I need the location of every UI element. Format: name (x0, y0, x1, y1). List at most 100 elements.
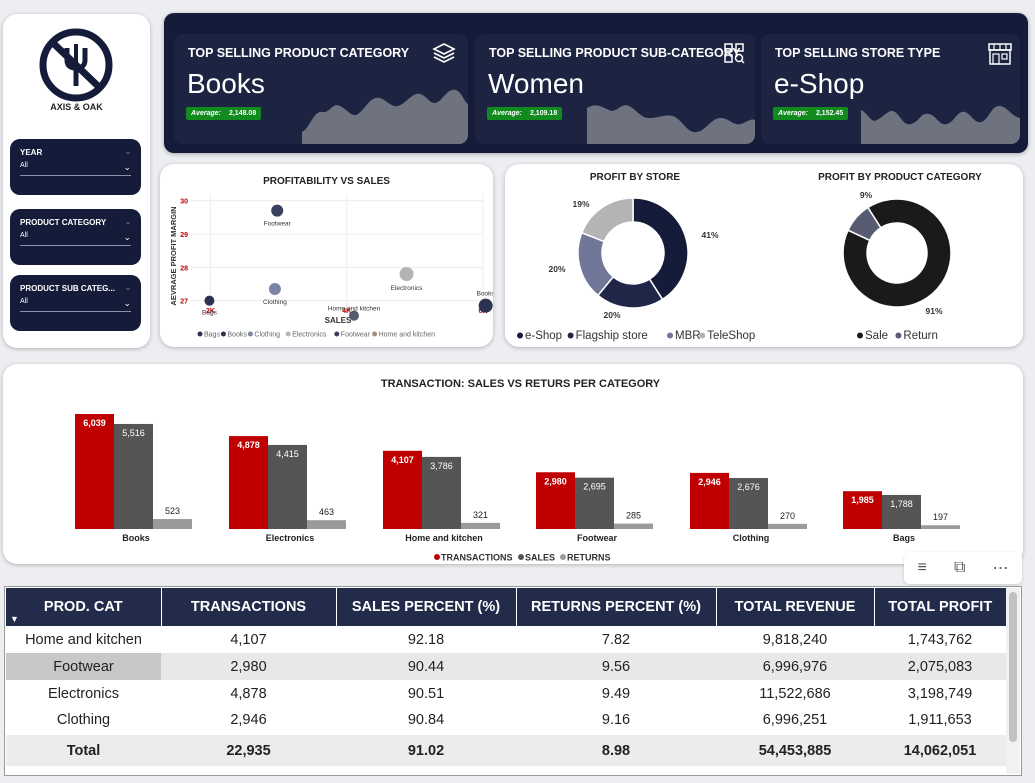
product-subcategory-slicer[interactable]: PRODUCT SUB CATEG... ⌄ All ⌄ (10, 275, 141, 331)
legend-label[interactable]: Electronics (292, 332, 327, 339)
category-tick-label: Home and kitchen (405, 533, 483, 543)
scatter-point-label: Home and kitchen (328, 306, 381, 313)
kpi-average-badge: Average: 2,148.08 (186, 107, 262, 120)
legend-label[interactable]: Bags (204, 332, 220, 339)
legend-label[interactable]: TeleShop (707, 330, 755, 342)
kpi-top-category[interactable]: TOP SELLING PRODUCT CATEGORY Books Avera… (174, 34, 468, 144)
table-scrollbar[interactable] (1006, 588, 1020, 774)
total-transactions: 22,935 (161, 733, 336, 766)
layers-icon (432, 43, 456, 63)
column-header-sales-percent[interactable]: SALES PERCENT (%) (336, 588, 517, 626)
filter-icon[interactable]: ≡ (918, 559, 927, 577)
product-category-label: PRODUCT CATEGORY (20, 218, 107, 227)
legend-label[interactable]: Return (903, 330, 938, 342)
legend-label[interactable]: Footwear (341, 332, 371, 339)
legend-label[interactable]: Books (227, 332, 247, 339)
scatter-point[interactable] (204, 295, 215, 306)
scatter-point[interactable] (268, 283, 281, 295)
year-slicer[interactable]: YEAR ⌄ All ⌄ (10, 139, 141, 195)
scatter-point[interactable] (399, 267, 414, 281)
kpi-title: TOP SELLING STORE TYPE (775, 46, 941, 60)
bar[interactable] (307, 520, 346, 529)
column-header-total-profit[interactable]: TOTAL PROFIT (874, 588, 1006, 626)
y-tick-label: 27 (180, 299, 188, 306)
total-sales-percent: 91.02 (336, 733, 516, 766)
cell-sales-percent: 92.18 (407, 631, 445, 648)
scatter-point-label: Bags (202, 310, 218, 317)
scrollbar-thumb[interactable] (1009, 592, 1017, 742)
legend-marker (197, 331, 203, 337)
average-value: 2,152.45 (815, 110, 844, 117)
kpi-top-subcategory[interactable]: TOP SELLING PRODUCT SUB-CATEGORY Women A… (475, 34, 755, 144)
table-row[interactable]: Footwear 2,980 90.44 9.56 6,996,976 2,07… (6, 653, 1006, 680)
kpi-title: TOP SELLING PRODUCT SUB-CATEGORY (489, 46, 741, 60)
bar[interactable] (461, 522, 500, 529)
bar-value-label: 5,516 (122, 428, 145, 438)
kpi-value: Books (187, 68, 265, 99)
category-tick-label: Clothing (733, 533, 770, 543)
cell-transactions: 4,878 (230, 685, 267, 702)
profitability-scatter-card[interactable]: PROFITABILITY VS SALES 272829302K4K6KSAL… (160, 164, 493, 347)
kpi-sparkline (861, 106, 1020, 144)
bar-value-label: 4,878 (237, 440, 260, 450)
table-row[interactable]: Home and kitchen 4,107 92.18 7.82 9,818,… (6, 626, 1006, 653)
table-row[interactable]: Clothing 2,946 90.84 9.16 6,996,251 1,91… (6, 707, 1006, 734)
cell-prod-cat: Home and kitchen (25, 631, 142, 648)
legend-label[interactable]: MBR (675, 330, 701, 342)
bar[interactable] (114, 423, 153, 529)
legend-label[interactable]: TRANSACTIONS (441, 553, 513, 563)
product-category-slicer[interactable]: PRODUCT CATEGORY ⌄ All ⌄ (10, 209, 141, 265)
legend-marker (247, 331, 253, 337)
sort-desc-icon[interactable]: ▼ (10, 614, 19, 624)
product-category-dropdown[interactable]: All ⌄ (20, 232, 131, 246)
legend-label[interactable]: Sale (865, 330, 888, 342)
product-subcategory-dropdown[interactable]: All ⌄ (20, 298, 131, 312)
bar-value-label: 1,985 (851, 495, 874, 505)
legend-label[interactable]: Home and kitchen (379, 332, 436, 339)
column-header-total-revenue[interactable]: TOTAL REVENUE (716, 588, 875, 626)
bar[interactable] (768, 523, 807, 529)
donut-slice[interactable] (580, 197, 634, 243)
bar[interactable] (153, 519, 192, 529)
kpi-average-badge: Average: 2,109.18 (487, 107, 563, 120)
category-tick-label: Bags (893, 533, 915, 543)
bar[interactable] (921, 525, 960, 529)
donut-charts: 41% 20% 20% 19% 91% 9% e-Shop Flagship store MBR… (517, 190, 952, 342)
legend-marker (667, 332, 673, 339)
bar-value-label: 523 (165, 506, 180, 516)
profit-donuts-card[interactable]: PROFIT BY STORE PROFIT BY PRODUCT CATEGO… (505, 164, 1023, 347)
scatter-point[interactable] (271, 204, 284, 217)
scatter-chart: 272829302K4K6KSALESAEVRAGE PROFIT MARGIN… (169, 194, 493, 339)
legend-label[interactable]: e-Shop (525, 330, 562, 342)
transactions-bar-card[interactable]: TRANSACTION: SALES VS RETURS PER CATEGOR… (3, 364, 1023, 564)
table-row[interactable]: Electronics 4,878 90.51 9.49 11,522,686 … (6, 680, 1006, 707)
kpi-top-store-type[interactable]: TOP SELLING STORE TYPE e-Shop Average: 2,… (761, 34, 1020, 144)
legend-marker (518, 554, 524, 560)
bar[interactable] (614, 523, 653, 529)
legend-label[interactable]: SALES (525, 553, 555, 563)
bar-value-label: 4,415 (276, 449, 299, 459)
legend-marker (560, 554, 566, 560)
cell-total-revenue: 6,996,976 (716, 653, 874, 680)
legend-label[interactable]: Flagship store (576, 330, 648, 342)
column-header-prod-cat[interactable]: PROD. CAT ▼ (6, 588, 162, 626)
year-dropdown[interactable]: All ⌄ (20, 162, 131, 176)
scatter-point[interactable] (478, 298, 493, 313)
average-label: Average: (778, 110, 808, 117)
column-header-returns-percent[interactable]: RETURNS PERCENT (%) (516, 588, 717, 626)
bar-value-label: 2,946 (698, 477, 721, 487)
legend-marker (517, 332, 523, 339)
focus-mode-icon[interactable]: ⧉ (954, 559, 965, 577)
bar-value-label: 4,107 (391, 455, 414, 465)
scatter-point-label: Clothing (263, 299, 287, 306)
legend-label[interactable]: RETURNS (567, 553, 611, 563)
chevron-down-icon: ⌄ (125, 149, 131, 156)
legend-marker (220, 331, 226, 337)
cell-transactions: 2,946 (230, 712, 267, 728)
bar[interactable] (75, 414, 114, 529)
cell-total-profit: 2,075,083 (874, 653, 1006, 680)
column-header-transactions[interactable]: TRANSACTIONS (161, 588, 337, 626)
more-options-icon[interactable]: ⋯ (992, 558, 1008, 578)
bar-value-label: 2,980 (544, 476, 567, 486)
legend-label[interactable]: Clothing (254, 332, 280, 339)
